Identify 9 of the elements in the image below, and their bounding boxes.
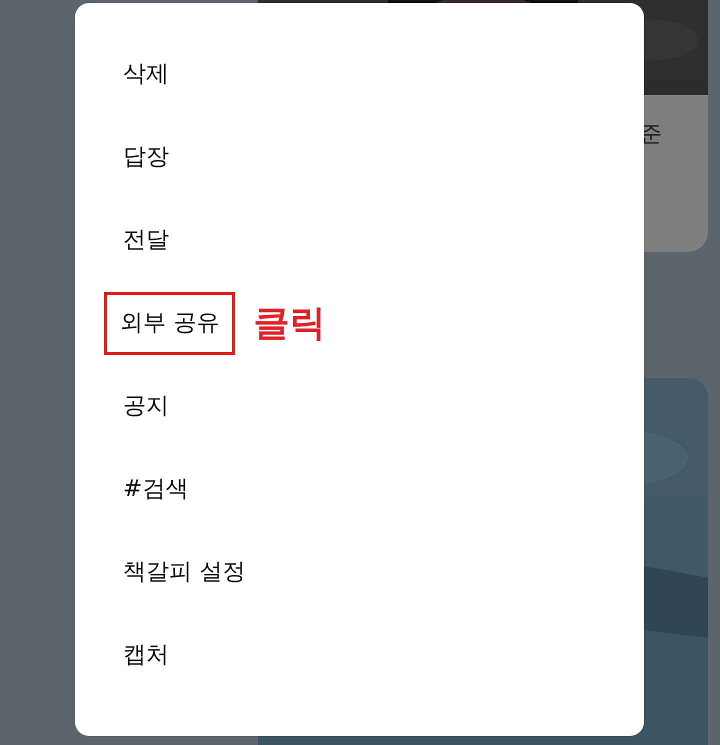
menu-item[interactable]: 캡처 <box>120 624 172 687</box>
menu-item[interactable]: 전달 <box>120 209 172 272</box>
menu-item[interactable]: 외부 공유 <box>104 292 236 355</box>
annotation-label: 클릭 <box>253 302 326 346</box>
menu-item[interactable]: 답장 <box>120 126 172 189</box>
menu-item[interactable]: #검색 <box>120 458 192 521</box>
menu-item[interactable]: 책갈피 설정 <box>120 541 248 604</box>
menu-item[interactable]: 공지 <box>120 375 172 438</box>
menu-item[interactable]: 삭제 <box>120 43 172 106</box>
